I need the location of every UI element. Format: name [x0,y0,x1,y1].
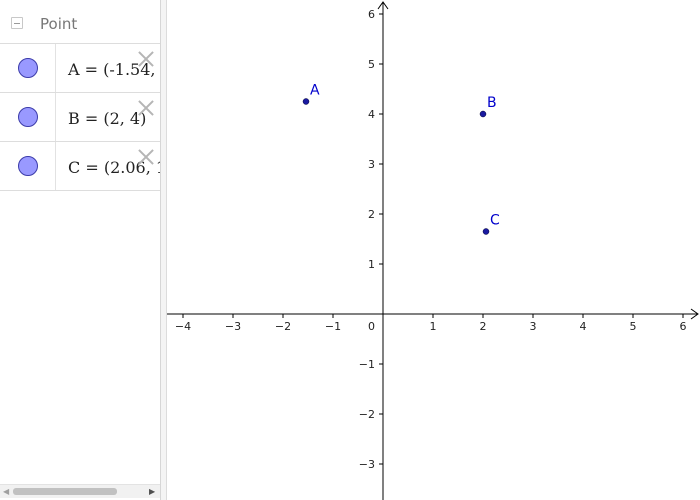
point-label-a[interactable]: A [310,83,320,99]
x-tick-label: 2 [480,320,487,333]
x-tick-label: 6 [680,320,687,333]
marble-cell[interactable] [0,142,56,190]
panel-splitter[interactable] [160,0,167,500]
scrollbar-thumb[interactable] [13,488,117,495]
y-tick-label: 6 [368,8,375,21]
x-tick-label: 3 [530,320,537,333]
x-tick-label: −1 [325,320,341,333]
y-tick-label: 3 [368,158,375,171]
y-tick-label: 2 [368,208,375,221]
x-tick-label: 4 [580,320,587,333]
point-a[interactable] [302,98,310,105]
origin-label: 0 [368,320,375,333]
point-c[interactable] [482,228,490,235]
marble-cell[interactable] [0,44,56,92]
y-tick-label: −3 [359,458,375,471]
point-b[interactable] [479,110,487,118]
x-tick-label: 5 [630,320,637,333]
x-tick-label: −3 [225,320,241,333]
y-tick-label: −2 [359,408,375,421]
algebra-definition-b[interactable]: B = (2, 4) [68,109,146,128]
algebra-row-c[interactable]: C = (2.06, 1.65) [0,142,160,191]
y-tick-label: 1 [368,258,375,271]
collapse-icon[interactable] [11,17,23,29]
algebra-row-b[interactable]: B = (2, 4) [0,93,160,142]
algebra-view: Point A = (-1.54, 4.25) B = (2, 4) C = (… [0,0,160,500]
delete-icon[interactable] [137,99,155,117]
scroll-right-arrow-icon[interactable]: ▶ [149,487,155,496]
y-tick-label: 4 [368,108,375,121]
point-label-b[interactable]: B [487,95,497,111]
graphics-view[interactable]: −4 −3 −2 −1 1 2 3 4 5 6 6 5 4 3 2 1 −1 −2 −3 0 A B C [167,0,700,500]
delete-icon[interactable] [137,148,155,166]
algebra-row-a[interactable]: A = (-1.54, 4.25) [0,44,160,93]
y-tick-label: −1 [359,358,375,371]
visibility-marble-icon[interactable] [18,58,38,78]
visibility-marble-icon[interactable] [18,107,38,127]
x-tick-label: 1 [430,320,437,333]
y-tick-label: 5 [368,58,375,71]
point-group-header[interactable]: Point [0,0,160,44]
x-tick-label: −4 [175,320,191,333]
horizontal-scrollbar[interactable]: ◀ ▶ [0,484,160,498]
coordinate-plane[interactable]: −4 −3 −2 −1 1 2 3 4 5 6 6 5 4 3 2 1 −1 −2 −3 0 A B C [167,0,700,500]
point-label-c[interactable]: C [490,213,500,229]
scroll-left-arrow-icon[interactable]: ◀ [3,487,9,496]
visibility-marble-icon[interactable] [18,156,38,176]
marble-cell[interactable] [0,93,56,141]
x-tick-label: −2 [275,320,291,333]
delete-icon[interactable] [137,50,155,68]
group-title: Point [40,15,78,33]
